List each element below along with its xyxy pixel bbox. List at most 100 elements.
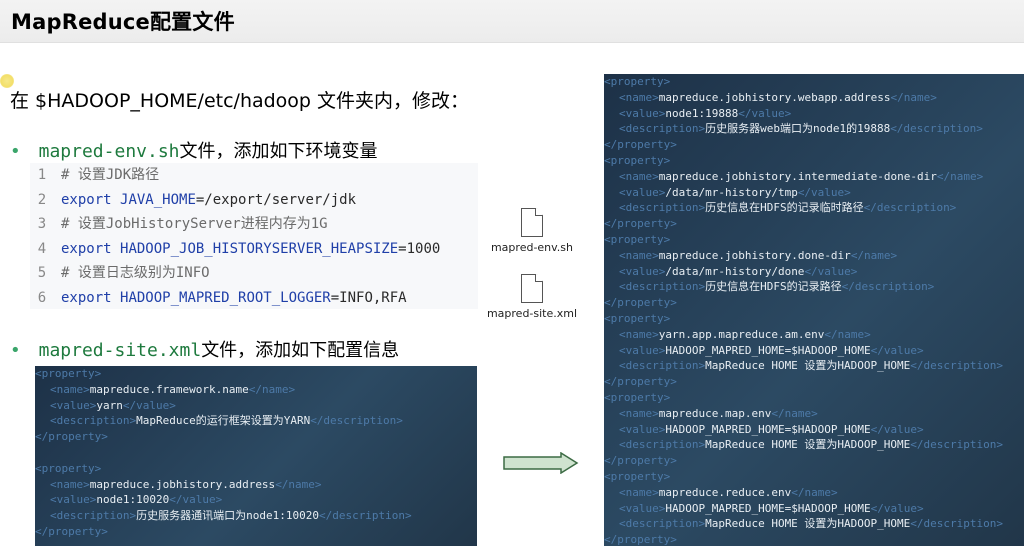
- xml-tag: </name>: [791, 485, 838, 499]
- xml-line: <description>MapReduce HOME 设置为HADOOP_HO…: [604, 358, 1024, 374]
- xml-tag: <property>: [604, 153, 671, 167]
- line-number: 4: [37, 240, 47, 257]
- xml-tag: <value>: [619, 501, 666, 515]
- xml-tag: </property>: [604, 375, 677, 389]
- xml-tag: </property>: [604, 533, 677, 546]
- xml-value: node1:19888: [665, 106, 739, 120]
- xml-line: <property>: [35, 461, 477, 477]
- code-line: 5 # 设置日志级别为INFO: [30, 261, 478, 286]
- code-keyword: export: [61, 289, 112, 306]
- xml-tag: <description>: [619, 438, 706, 452]
- xml-description: MapReduce HOME 设置为HADOOP_HOME: [705, 517, 911, 531]
- xml-line: <description>MapReduce的运行框架设置为YARN</desc…: [35, 413, 477, 429]
- xml-tag: </value>: [804, 264, 858, 278]
- xml-line: </property>: [604, 137, 1024, 153]
- xml-tag: <name>: [619, 169, 659, 183]
- xml-line: </property>: [604, 295, 1024, 311]
- arrow-right-icon: [503, 452, 579, 474]
- xml-tag: </name>: [275, 477, 322, 491]
- xml-tag: </description>: [910, 438, 1003, 452]
- xml-tag: <value>: [619, 422, 666, 436]
- env-code-block: 1 # 设置JDK路径 2 export JAVA_HOME =/export/serv…: [30, 163, 478, 309]
- xml-tag: <description>: [50, 414, 137, 428]
- xml-tag: </value>: [870, 501, 924, 515]
- xml-line: <property>: [604, 74, 1024, 90]
- slide-title: MapReduce配置文件: [11, 10, 235, 34]
- xml-tag: <value>: [619, 264, 666, 278]
- line-number: 5: [37, 265, 47, 281]
- code-variable: HADOOP_MAPRED_ROOT_LOGGER: [120, 289, 331, 306]
- xml-line: <description>MapReduce HOME 设置为HADOOP_HO…: [604, 516, 1024, 532]
- slide-header: MapReduce配置文件: [0, 0, 1024, 43]
- line-number: 3: [37, 216, 47, 232]
- xml-tag: </property>: [35, 430, 108, 444]
- xml-tag: <value>: [619, 185, 666, 199]
- xml-tag: </value>: [122, 398, 176, 412]
- xml-value: HADOOP_MAPRED_HOME=$HADOOP_HOME: [665, 343, 871, 357]
- line-number: 6: [37, 289, 47, 306]
- xml-line: <description>历史信息在HDFS的记录临时路径</descripti…: [604, 200, 1024, 216]
- xml-tag: <description>: [619, 359, 706, 373]
- xml-line: <name>mapreduce.jobhistory.intermediate-…: [604, 169, 1024, 185]
- file-mapred-env[interactable]: mapred-env.sh: [486, 208, 578, 254]
- code-line: 1 # 设置JDK路径: [30, 163, 478, 188]
- bullet-env: • mapred-env.sh 文件，添加如下环境变量: [10, 137, 378, 163]
- xml-tag: <description>: [619, 122, 706, 136]
- xml-line: <name>mapreduce.jobhistory.address</name…: [35, 477, 477, 493]
- code-value: =INFO,RFA: [330, 289, 407, 306]
- xml-tag: <name>: [619, 327, 659, 341]
- xml-value: node1:10020: [96, 493, 170, 507]
- xml-tag: </description>: [318, 509, 412, 523]
- code-value: =/export/server/jdk: [195, 191, 357, 208]
- xml-tag: </property>: [604, 138, 677, 152]
- xml-line: <property>: [604, 469, 1024, 485]
- bullet-dot-icon: •: [10, 141, 21, 162]
- xml-tag: <name>: [50, 477, 90, 491]
- bullet-dot-icon: •: [10, 340, 21, 361]
- xml-tag: <property>: [604, 469, 671, 483]
- xml-value: HADOOP_MAPRED_HOME=$HADOOP_HOME: [665, 501, 871, 515]
- xml-description: MapReduce HOME 设置为HADOOP_HOME: [705, 438, 911, 452]
- xml-tag: </property>: [604, 296, 677, 310]
- xml-line: <name>mapreduce.reduce.env</name>: [604, 485, 1024, 501]
- xml-tag: </value>: [797, 185, 851, 199]
- code-keyword: export: [61, 191, 112, 208]
- intro-text: 在 $HADOOP_HOME/etc/hadoop 文件夹内，修改：: [10, 90, 470, 112]
- xml-tag: </name>: [890, 90, 937, 104]
- xml-line: <property>: [604, 232, 1024, 248]
- xml-tag: </description>: [863, 201, 957, 215]
- xml-line: <value>/data/mr-history/tmp</value>: [604, 185, 1024, 201]
- code-value: =1000: [398, 240, 441, 257]
- xml-line: <value>yarn</value>: [35, 398, 477, 414]
- code-comment: # 设置JDK路径: [61, 167, 160, 183]
- xml-line: <value>HADOOP_MAPRED_HOME=$HADOOP_HOME</…: [604, 343, 1024, 359]
- code-line: 3 # 设置JobHistoryServer进程内存为1G: [30, 212, 478, 237]
- xml-line: <description>历史信息在HDFS的记录路径</description…: [604, 279, 1024, 295]
- xml-tag: <description>: [619, 280, 706, 294]
- file-mapred-site[interactable]: mapred-site.xml: [480, 274, 584, 320]
- code-line: 6 export HADOOP_MAPRED_ROOT_LOGGER =INFO,R…: [30, 286, 478, 311]
- bullet-file-name: mapred-site.xml: [38, 340, 202, 361]
- xml-line: </property>: [35, 429, 477, 445]
- xml-tag: </description>: [910, 359, 1003, 373]
- xml-line: <property>: [604, 311, 1024, 327]
- xml-tag: <value>: [619, 343, 666, 357]
- xml-tag: <value>: [619, 106, 666, 120]
- bullet-text: 文件，添加如下配置信息: [201, 340, 400, 361]
- xml-line: <description>历史服务器通讯端口为node1:10020</desc…: [35, 508, 477, 524]
- xml-tag: </description>: [310, 414, 403, 428]
- xml-value: HADOOP_MAPRED_HOME=$HADOOP_HOME: [665, 422, 871, 436]
- xml-description: MapReduce HOME 设置为HADOOP_HOME: [705, 359, 911, 373]
- xml-tag: <name>: [50, 382, 90, 396]
- line-number: 1: [37, 167, 47, 183]
- xml-line: <value>HADOOP_MAPRED_HOME=$HADOOP_HOME</…: [604, 501, 1024, 517]
- xml-tag: <value>: [50, 493, 97, 507]
- code-keyword: export: [61, 240, 112, 257]
- xml-tag: </name>: [850, 248, 898, 262]
- code-line: 2 export JAVA_HOME =/export/server/jdk: [30, 188, 478, 213]
- xml-tag: </name>: [248, 382, 296, 396]
- xml-tag: </value>: [738, 106, 792, 120]
- xml-tag: </description>: [841, 280, 935, 294]
